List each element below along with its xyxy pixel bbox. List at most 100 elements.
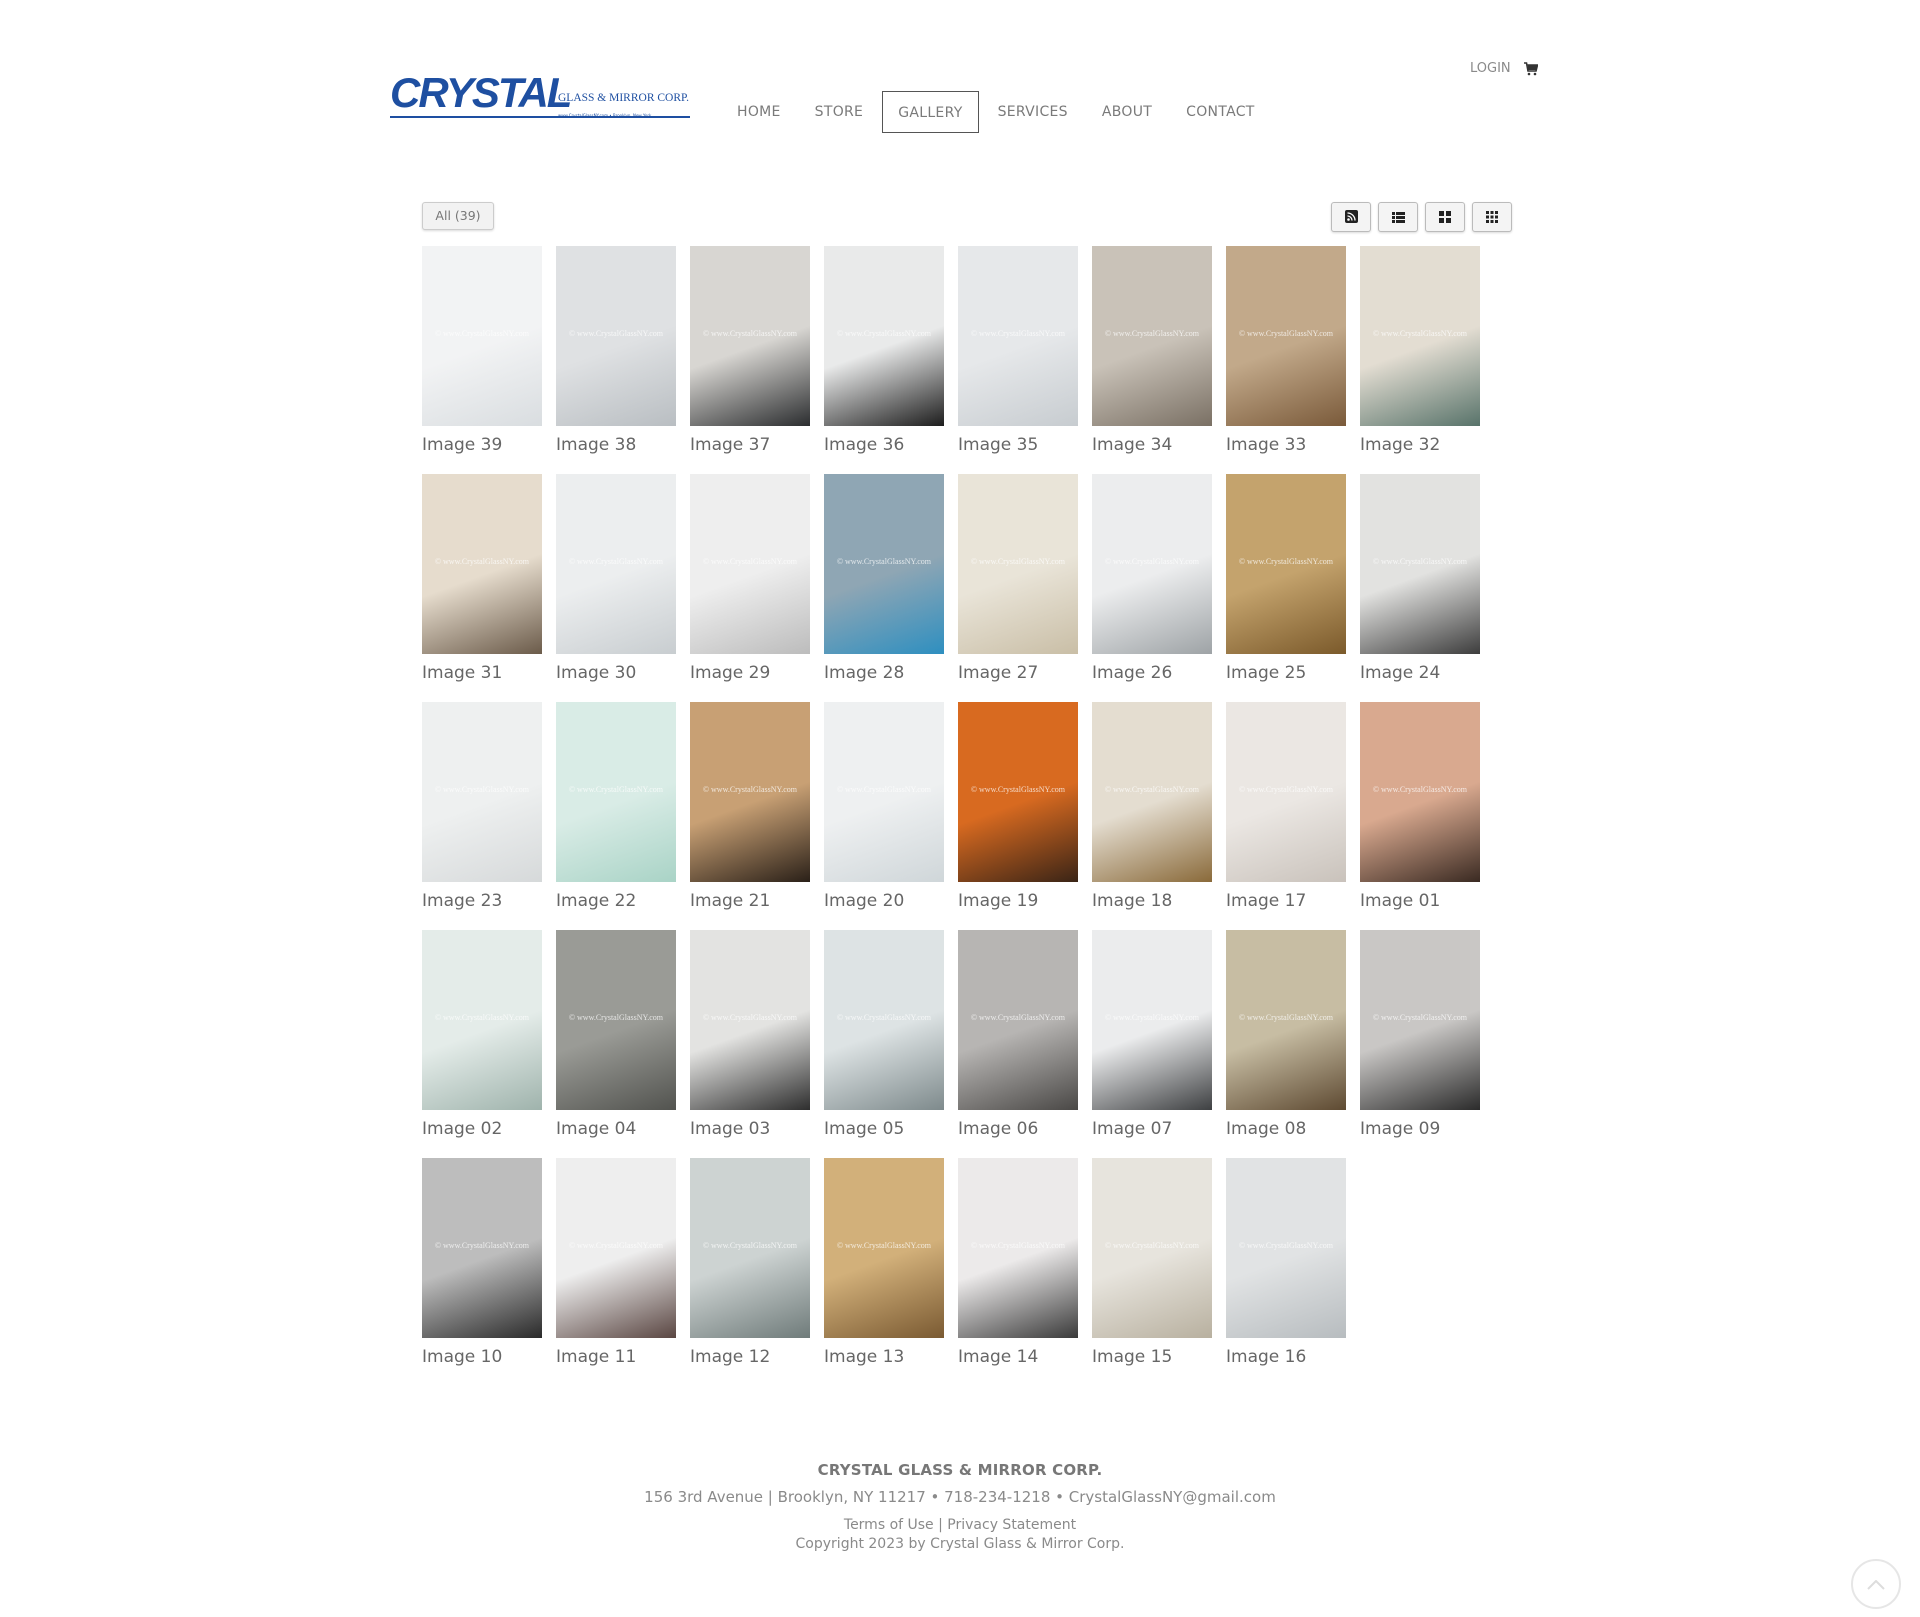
gallery-item-title[interactable]: Image 33 <box>1226 435 1346 455</box>
gallery-thumbnail[interactable]: © www.CrystalGlassNY.com <box>1360 930 1480 1110</box>
gallery-item[interactable]: © www.CrystalGlassNY.com Image 31 <box>422 474 542 683</box>
nav-gallery[interactable]: GALLERY <box>882 91 979 133</box>
gallery-thumbnail[interactable]: © www.CrystalGlassNY.com <box>958 702 1078 882</box>
gallery-thumbnail[interactable]: © www.CrystalGlassNY.com <box>422 246 542 426</box>
gallery-item-title[interactable]: Image 36 <box>824 435 944 455</box>
gallery-thumbnail[interactable]: © www.CrystalGlassNY.com <box>422 1158 542 1338</box>
shopping-cart-icon[interactable] <box>1524 61 1539 76</box>
gallery-item[interactable]: © www.CrystalGlassNY.com Image 11 <box>556 1158 676 1367</box>
gallery-item-title[interactable]: Image 38 <box>556 435 676 455</box>
gallery-item[interactable]: © www.CrystalGlassNY.com Image 08 <box>1226 930 1346 1139</box>
gallery-item-title[interactable]: Image 25 <box>1226 663 1346 683</box>
gallery-item-title[interactable]: Image 05 <box>824 1119 944 1139</box>
gallery-item-title[interactable]: Image 34 <box>1092 435 1212 455</box>
privacy-statement-link[interactable]: Privacy Statement <box>947 1517 1076 1533</box>
gallery-item-title[interactable]: Image 11 <box>556 1347 676 1367</box>
scroll-to-top-button[interactable] <box>1851 1559 1901 1609</box>
gallery-thumbnail[interactable]: © www.CrystalGlassNY.com <box>1092 930 1212 1110</box>
gallery-item-title[interactable]: Image 02 <box>422 1119 542 1139</box>
gallery-item-title[interactable]: Image 23 <box>422 891 542 911</box>
gallery-item[interactable]: © www.CrystalGlassNY.com Image 28 <box>824 474 944 683</box>
gallery-item[interactable]: © www.CrystalGlassNY.com Image 17 <box>1226 702 1346 911</box>
gallery-item-title[interactable]: Image 24 <box>1360 663 1480 683</box>
gallery-thumbnail[interactable]: © www.CrystalGlassNY.com <box>690 930 810 1110</box>
gallery-item[interactable]: © www.CrystalGlassNY.com Image 16 <box>1226 1158 1346 1367</box>
gallery-item-title[interactable]: Image 18 <box>1092 891 1212 911</box>
gallery-thumbnail[interactable]: © www.CrystalGlassNY.com <box>958 474 1078 654</box>
gallery-thumbnail[interactable]: © www.CrystalGlassNY.com <box>556 246 676 426</box>
gallery-item-title[interactable]: Image 39 <box>422 435 542 455</box>
gallery-thumbnail[interactable]: © www.CrystalGlassNY.com <box>422 474 542 654</box>
gallery-thumbnail[interactable]: © www.CrystalGlassNY.com <box>1092 474 1212 654</box>
gallery-item-title[interactable]: Image 29 <box>690 663 810 683</box>
gallery-item-title[interactable]: Image 19 <box>958 891 1078 911</box>
gallery-item[interactable]: © www.CrystalGlassNY.com Image 30 <box>556 474 676 683</box>
terms-of-use-link[interactable]: Terms of Use <box>844 1517 934 1533</box>
gallery-thumbnail[interactable]: © www.CrystalGlassNY.com <box>1226 930 1346 1110</box>
filter-all-button[interactable]: All (39) <box>422 202 494 230</box>
gallery-item[interactable]: © www.CrystalGlassNY.com Image 09 <box>1360 930 1480 1139</box>
gallery-thumbnail[interactable]: © www.CrystalGlassNY.com <box>1092 246 1212 426</box>
nav-store[interactable]: STORE <box>798 91 881 133</box>
nav-services[interactable]: SERVICES <box>981 91 1085 133</box>
gallery-item[interactable]: © www.CrystalGlassNY.com Image 35 <box>958 246 1078 455</box>
gallery-item-title[interactable]: Image 21 <box>690 891 810 911</box>
gallery-thumbnail[interactable]: © www.CrystalGlassNY.com <box>690 474 810 654</box>
gallery-item-title[interactable]: Image 20 <box>824 891 944 911</box>
gallery-item[interactable]: © www.CrystalGlassNY.com Image 32 <box>1360 246 1480 455</box>
gallery-item[interactable]: © www.CrystalGlassNY.com Image 38 <box>556 246 676 455</box>
gallery-item-title[interactable]: Image 26 <box>1092 663 1212 683</box>
gallery-item[interactable]: © www.CrystalGlassNY.com Image 37 <box>690 246 810 455</box>
gallery-item-title[interactable]: Image 03 <box>690 1119 810 1139</box>
nav-contact[interactable]: CONTACT <box>1169 91 1272 133</box>
gallery-item-title[interactable]: Image 37 <box>690 435 810 455</box>
gallery-item[interactable]: © www.CrystalGlassNY.com Image 12 <box>690 1158 810 1367</box>
gallery-item-title[interactable]: Image 22 <box>556 891 676 911</box>
gallery-item[interactable]: © www.CrystalGlassNY.com Image 26 <box>1092 474 1212 683</box>
gallery-thumbnail[interactable]: © www.CrystalGlassNY.com <box>690 1158 810 1338</box>
gallery-item-title[interactable]: Image 01 <box>1360 891 1480 911</box>
nav-home[interactable]: HOME <box>720 91 798 133</box>
gallery-item-title[interactable]: Image 15 <box>1092 1347 1212 1367</box>
gallery-item-title[interactable]: Image 09 <box>1360 1119 1480 1139</box>
gallery-thumbnail[interactable]: © www.CrystalGlassNY.com <box>1226 702 1346 882</box>
gallery-thumbnail[interactable]: © www.CrystalGlassNY.com <box>1092 702 1212 882</box>
gallery-item-title[interactable]: Image 07 <box>1092 1119 1212 1139</box>
gallery-item[interactable]: © www.CrystalGlassNY.com Image 34 <box>1092 246 1212 455</box>
gallery-item[interactable]: © www.CrystalGlassNY.com Image 19 <box>958 702 1078 911</box>
gallery-thumbnail[interactable]: © www.CrystalGlassNY.com <box>556 702 676 882</box>
nav-about[interactable]: ABOUT <box>1085 91 1169 133</box>
gallery-thumbnail[interactable]: © www.CrystalGlassNY.com <box>824 702 944 882</box>
gallery-item-title[interactable]: Image 32 <box>1360 435 1480 455</box>
gallery-item[interactable]: © www.CrystalGlassNY.com Image 33 <box>1226 246 1346 455</box>
gallery-item[interactable]: © www.CrystalGlassNY.com Image 22 <box>556 702 676 911</box>
gallery-thumbnail[interactable]: © www.CrystalGlassNY.com <box>556 474 676 654</box>
gallery-item[interactable]: © www.CrystalGlassNY.com Image 04 <box>556 930 676 1139</box>
gallery-thumbnail[interactable]: © www.CrystalGlassNY.com <box>1360 474 1480 654</box>
gallery-item-title[interactable]: Image 10 <box>422 1347 542 1367</box>
gallery-thumbnail[interactable]: © www.CrystalGlassNY.com <box>824 1158 944 1338</box>
gallery-item[interactable]: © www.CrystalGlassNY.com Image 03 <box>690 930 810 1139</box>
gallery-item[interactable]: © www.CrystalGlassNY.com Image 14 <box>958 1158 1078 1367</box>
gallery-item[interactable]: © www.CrystalGlassNY.com Image 10 <box>422 1158 542 1367</box>
gallery-item-title[interactable]: Image 13 <box>824 1347 944 1367</box>
gallery-item-title[interactable]: Image 35 <box>958 435 1078 455</box>
gallery-item[interactable]: © www.CrystalGlassNY.com Image 24 <box>1360 474 1480 683</box>
gallery-thumbnail[interactable]: © www.CrystalGlassNY.com <box>1226 474 1346 654</box>
gallery-item-title[interactable]: Image 30 <box>556 663 676 683</box>
gallery-item-title[interactable]: Image 27 <box>958 663 1078 683</box>
small-grid-view-button[interactable] <box>1472 202 1512 232</box>
site-logo[interactable]: CRYSTAL GLASS & MIRROR CORP. www.Crystal… <box>390 72 690 124</box>
gallery-thumbnail[interactable]: © www.CrystalGlassNY.com <box>1226 1158 1346 1338</box>
gallery-thumbnail[interactable]: © www.CrystalGlassNY.com <box>556 1158 676 1338</box>
list-view-button[interactable] <box>1378 202 1418 232</box>
large-grid-view-button[interactable] <box>1425 202 1465 232</box>
gallery-item[interactable]: © www.CrystalGlassNY.com Image 39 <box>422 246 542 455</box>
gallery-thumbnail[interactable]: © www.CrystalGlassNY.com <box>958 246 1078 426</box>
gallery-item-title[interactable]: Image 14 <box>958 1347 1078 1367</box>
gallery-item[interactable]: © www.CrystalGlassNY.com Image 13 <box>824 1158 944 1367</box>
gallery-thumbnail[interactable]: © www.CrystalGlassNY.com <box>824 474 944 654</box>
gallery-item[interactable]: © www.CrystalGlassNY.com Image 36 <box>824 246 944 455</box>
gallery-item[interactable]: © www.CrystalGlassNY.com Image 07 <box>1092 930 1212 1139</box>
gallery-thumbnail[interactable]: © www.CrystalGlassNY.com <box>422 930 542 1110</box>
